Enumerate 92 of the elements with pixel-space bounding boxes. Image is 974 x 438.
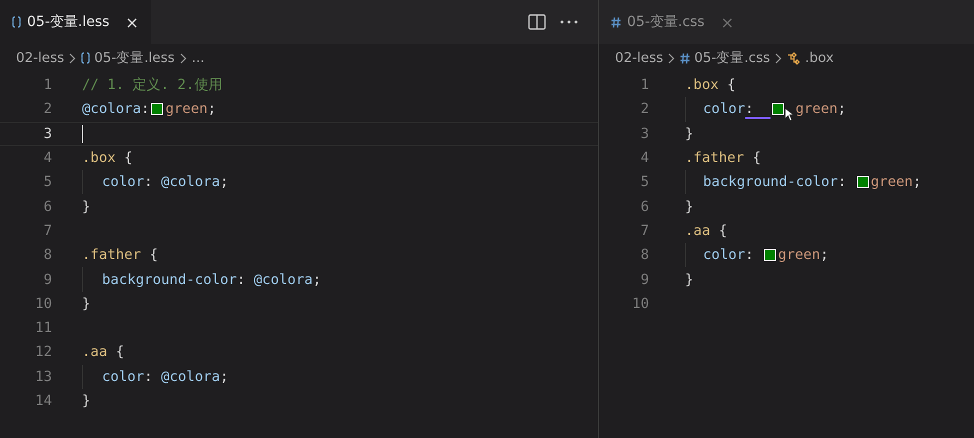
chevron-icon (775, 52, 782, 64)
code-token: { (718, 222, 728, 239)
line-number: 2 (42, 101, 52, 118)
code-token: : (838, 174, 848, 190)
code-token: : (144, 368, 154, 385)
code-token: } (82, 198, 90, 215)
breadcrumb-item[interactable]: .box (805, 50, 834, 66)
line-number: 2 (640, 101, 649, 118)
line-number: 12 (34, 344, 52, 360)
code-token: .box (685, 77, 719, 94)
code-token: // 1. 定义. 2.使用 (82, 76, 222, 94)
line-number: 8 (42, 247, 52, 264)
code-token: .aa (82, 344, 108, 360)
braces-icon (81, 52, 90, 64)
code-token: : (745, 247, 755, 264)
line-number: 3 (640, 126, 649, 142)
code-token: { (751, 150, 761, 166)
braces-icon (12, 16, 21, 28)
line-number: 3 (42, 126, 52, 142)
code-token: } (82, 296, 90, 312)
code-token: color (102, 368, 144, 385)
line-number: 7 (640, 222, 649, 239)
line-number: 11 (34, 320, 52, 336)
mouse-pointer-icon (784, 106, 794, 122)
code-token: @colora (161, 174, 220, 190)
code-token: ; (838, 101, 846, 118)
code-token: { (148, 247, 158, 264)
line-number: 1 (42, 77, 52, 94)
code-token: background-color (102, 272, 237, 288)
split-editor-icon[interactable] (528, 14, 546, 30)
code-token: : (236, 272, 246, 288)
line-number: 6 (640, 198, 649, 215)
class-symbol-icon (787, 52, 802, 64)
line-number: 6 (42, 198, 52, 215)
code-token: background-color (703, 174, 838, 190)
editor-tab[interactable]: 05-变量.less × (0, 0, 151, 44)
code-token: ; (220, 174, 228, 190)
hash-icon (611, 16, 621, 28)
code-token: @colora (254, 272, 313, 288)
code-token: } (685, 126, 694, 142)
line-number: 8 (640, 247, 649, 264)
line-number: 10 (631, 296, 649, 312)
code-token: @colora (82, 101, 142, 118)
code-token: : (141, 101, 150, 118)
code-token: green (795, 101, 838, 118)
line-number: 9 (42, 272, 52, 288)
chevron-icon (668, 52, 676, 64)
more-icon[interactable] (560, 20, 578, 24)
line-number: 1 (640, 77, 649, 94)
hash-icon (680, 52, 690, 64)
line-number: 7 (42, 222, 52, 239)
code-token: .aa (685, 222, 710, 239)
chevron-icon (180, 52, 187, 64)
code-token: { (726, 77, 736, 94)
code-token: { (114, 344, 124, 360)
code-token: .father (685, 150, 744, 166)
line-number: 14 (34, 393, 52, 409)
code-token: ; (220, 368, 228, 385)
code-token: } (82, 393, 90, 409)
breadcrumb-item[interactable]: 05-变量.css (694, 49, 770, 67)
code-token: ; (912, 174, 922, 190)
code-token: } (685, 198, 694, 215)
breadcrumb-item[interactable]: 05-变量.less (94, 49, 175, 67)
code-token: green (165, 101, 208, 118)
code-token: color (703, 101, 746, 118)
chevron-icon (69, 52, 76, 64)
close-button[interactable]: × (125, 12, 139, 32)
code-token: : (745, 101, 755, 118)
code-token: ; (208, 101, 216, 118)
code-token: color (703, 247, 746, 264)
code-token: ; (820, 247, 829, 264)
text-cursor (82, 124, 83, 143)
line-number: 13 (34, 368, 52, 385)
line-number: 4 (42, 150, 52, 166)
code-token: : (144, 174, 154, 190)
code-token: { (123, 150, 133, 166)
line-number: 10 (34, 296, 52, 312)
line-number: 5 (640, 174, 649, 190)
line-number: 5 (42, 174, 52, 190)
breadcrumb-item[interactable]: ... (192, 50, 205, 66)
code-token: green (870, 174, 913, 190)
code-token: ; (312, 272, 322, 288)
line-number: 9 (640, 272, 649, 288)
line-number: 4 (640, 150, 649, 166)
code-token: green (778, 247, 820, 264)
code-token: .box (82, 150, 116, 166)
code-token: color (102, 174, 144, 190)
code-token: } (685, 272, 694, 288)
breadcrumb-item[interactable]: 02-less (615, 50, 664, 66)
breadcrumb-item[interactable]: 02-less (16, 50, 64, 66)
code-token: .father (82, 247, 142, 264)
code-token: @colora (161, 368, 220, 385)
